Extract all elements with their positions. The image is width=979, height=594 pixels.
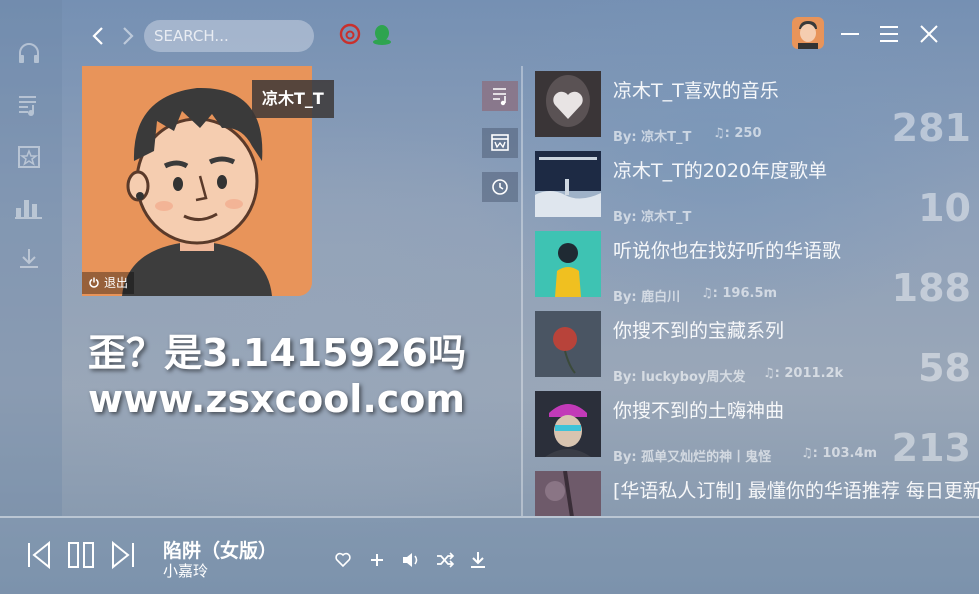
playlist-title: [华语私人订制] 最懂你的华语推荐 每日更新 xyxy=(613,480,979,502)
music-note-icon: ♫ xyxy=(763,366,775,381)
tab-history[interactable] xyxy=(482,172,518,202)
play-count: ♫: 103.4m xyxy=(801,446,878,461)
download-icon[interactable] xyxy=(16,246,42,272)
volume-icon[interactable] xyxy=(401,551,421,569)
list-item[interactable]: 你搜不到的土嗨神曲 By: 孤单又灿烂的神丨鬼怪 ♫: 103.4m 213 xyxy=(523,386,979,470)
playlist-cover xyxy=(535,231,601,297)
menu-button[interactable] xyxy=(877,22,901,46)
playlist-cover xyxy=(535,471,601,516)
track-count: 10 xyxy=(918,186,971,230)
headphones-icon[interactable] xyxy=(16,40,42,66)
playlist-title: 你搜不到的宝藏系列 xyxy=(613,320,785,342)
music-note-icon: ♫ xyxy=(801,446,813,461)
add-to-playlist-icon[interactable] xyxy=(368,551,386,569)
playlist-title: 听说你也在找好听的华语歌 xyxy=(613,240,842,262)
music-app-window: 凉木T_T 退出 歪？是3.1415926吗 www.zsxcool.com xyxy=(0,0,979,594)
list-item[interactable]: 凉木T_T的2020年度歌单 By: 凉木T_T 10 xyxy=(523,146,979,230)
minimize-button[interactable] xyxy=(838,22,862,46)
list-item[interactable]: 凉木T_T喜欢的音乐 By: 凉木T_T ♫: 250 281 xyxy=(523,66,979,150)
music-list-icon[interactable] xyxy=(16,92,42,118)
pause-button[interactable] xyxy=(66,540,96,570)
user-avatar-small[interactable] xyxy=(792,17,824,49)
play-count: ♫: 2011.2k xyxy=(763,366,844,381)
logout-label: 退出 xyxy=(104,276,129,290)
playlist-author: By: luckyboy周大发 xyxy=(613,370,746,385)
calendar-icon xyxy=(491,134,509,151)
search-input[interactable] xyxy=(144,20,314,52)
playlist-author: By: 凉木T_T xyxy=(613,130,692,145)
track-count: 188 xyxy=(891,266,971,310)
play-count: ♫: 250 xyxy=(713,126,762,141)
previous-track-button[interactable] xyxy=(26,540,52,570)
download-icon[interactable] xyxy=(469,550,487,570)
watermark-line-1: 歪？是3.1415926吗 xyxy=(88,331,466,375)
playlist-cover xyxy=(535,71,601,137)
music-note-icon: ♫ xyxy=(713,126,725,141)
logout-button[interactable]: 退出 xyxy=(82,272,135,294)
qq-music-icon[interactable] xyxy=(370,22,394,46)
playlist-list: 凉木T_T喜欢的音乐 By: 凉木T_T ♫: 250 281 凉木T_T的20… xyxy=(521,66,979,516)
bar-chart-icon[interactable] xyxy=(14,194,44,220)
list-item[interactable]: [华语私人订制] 最懂你的华语推荐 每日更新 xyxy=(523,466,979,516)
tab-daily[interactable] xyxy=(482,128,518,158)
playlist-cover xyxy=(535,151,601,217)
netease-music-icon[interactable] xyxy=(338,22,362,46)
playlist-title: 凉木T_T的2020年度歌单 xyxy=(613,160,828,182)
playlist-title: 凉木T_T喜欢的音乐 xyxy=(613,80,779,102)
close-button[interactable] xyxy=(917,22,941,46)
playlist-title: 你搜不到的土嗨神曲 xyxy=(613,400,785,422)
playlist-author: By: 孤单又灿烂的神丨鬼怪 xyxy=(613,450,772,465)
now-playing-title: 陷阱（女版） xyxy=(163,540,278,562)
playlist-author: By: 鹿白川 xyxy=(613,290,681,305)
back-button[interactable] xyxy=(88,24,108,48)
username-label[interactable]: 凉木T_T xyxy=(252,80,334,118)
next-track-button[interactable] xyxy=(110,540,136,570)
track-count: 281 xyxy=(891,106,971,150)
watermark-text: 歪？是3.1415926吗 www.zsxcool.com xyxy=(88,330,466,422)
watermark-line-2: www.zsxcool.com xyxy=(88,377,465,421)
playlist-icon xyxy=(493,88,506,106)
track-count: 58 xyxy=(918,346,971,390)
play-count: ♫: 196.5m xyxy=(701,286,778,301)
sidebar xyxy=(0,0,62,516)
now-playing-artist[interactable]: 小嘉玲 xyxy=(163,560,208,581)
star-box-icon[interactable] xyxy=(16,144,42,170)
power-icon xyxy=(89,277,99,288)
music-note-icon: ♫ xyxy=(701,286,713,301)
track-count: 213 xyxy=(891,426,971,470)
tab-playlists[interactable] xyxy=(482,81,518,111)
forward-button[interactable] xyxy=(118,24,138,48)
playlist-cover xyxy=(535,391,601,457)
shuffle-icon[interactable] xyxy=(435,551,455,569)
list-item[interactable]: 你搜不到的宝藏系列 By: luckyboy周大发 ♫: 2011.2k 58 xyxy=(523,306,979,390)
player-bar: 陷阱（女版） 小嘉玲 xyxy=(0,516,979,594)
like-heart-icon[interactable] xyxy=(334,551,352,569)
history-icon xyxy=(492,179,508,195)
playlist-cover xyxy=(535,311,601,377)
playlist-author: By: 凉木T_T xyxy=(613,210,692,225)
list-item[interactable]: 听说你也在找好听的华语歌 By: 鹿白川 ♫: 196.5m 188 xyxy=(523,226,979,310)
